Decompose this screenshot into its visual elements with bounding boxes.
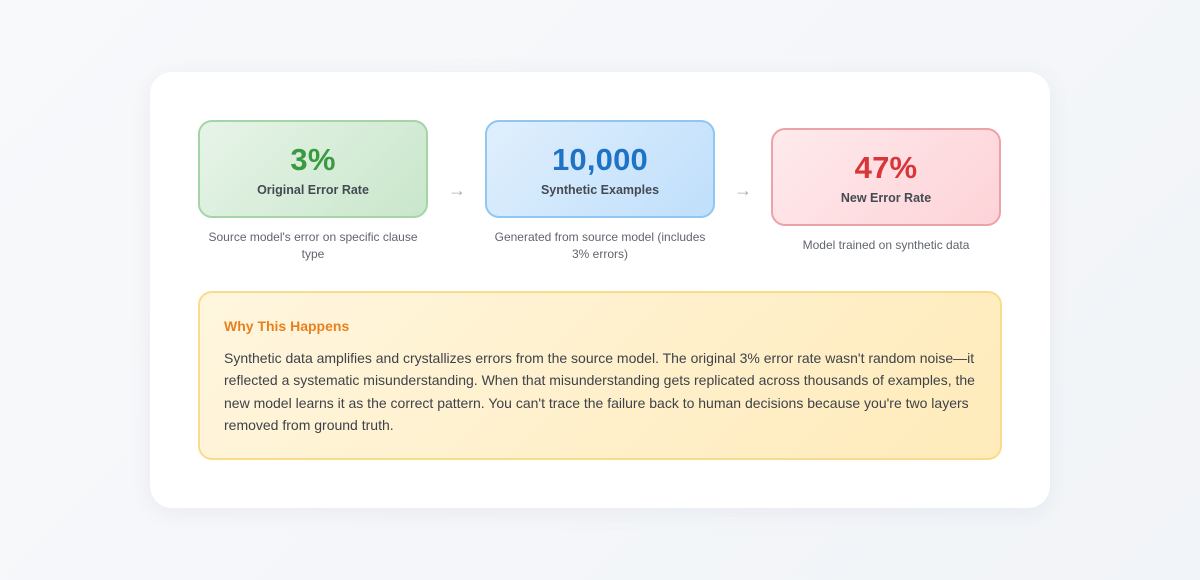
synthetic-examples-box: 10,000 Synthetic Examples xyxy=(485,120,715,218)
new-error-rate-description: Model trained on synthetic data xyxy=(802,238,970,252)
original-error-rate-description: Source model's error on specific clause … xyxy=(208,230,418,261)
synthetic-examples-value: 10,000 xyxy=(551,141,649,177)
explanation-panel: Why This Happens Synthetic data amplifie… xyxy=(198,291,1002,460)
synthetic-examples-label: Synthetic Examples xyxy=(540,182,660,197)
new-error-rate-value: 47% xyxy=(854,149,918,185)
original-error-rate-box: 3% Original Error Rate xyxy=(198,120,428,218)
arrow-right-icon: → xyxy=(734,180,752,200)
step-original-error-rate: 3% Original Error Rate Source model's er… xyxy=(198,120,428,263)
original-error-rate-value: 3% xyxy=(290,141,336,177)
new-error-rate-box: 47% New Error Rate xyxy=(771,128,1001,226)
synthetic-examples-description: Generated from source model (includes 3%… xyxy=(494,230,706,261)
new-error-rate-label: New Error Rate xyxy=(840,190,932,205)
explanation-title: Why This Happens xyxy=(224,318,350,334)
content-card: 3% Original Error Rate Source model's er… xyxy=(150,72,1050,508)
explanation-body: Synthetic data amplifies and crystallize… xyxy=(224,350,975,434)
step-new-error-rate: 47% New Error Rate Model trained on synt… xyxy=(771,128,1001,254)
step-synthetic-examples: 10,000 Synthetic Examples Generated from… xyxy=(485,120,715,263)
original-error-rate-label: Original Error Rate xyxy=(257,182,369,197)
error-flow-diagram: 3% Original Error Rate Source model's er… xyxy=(198,120,1002,270)
arrow-right-icon: → xyxy=(448,180,466,200)
